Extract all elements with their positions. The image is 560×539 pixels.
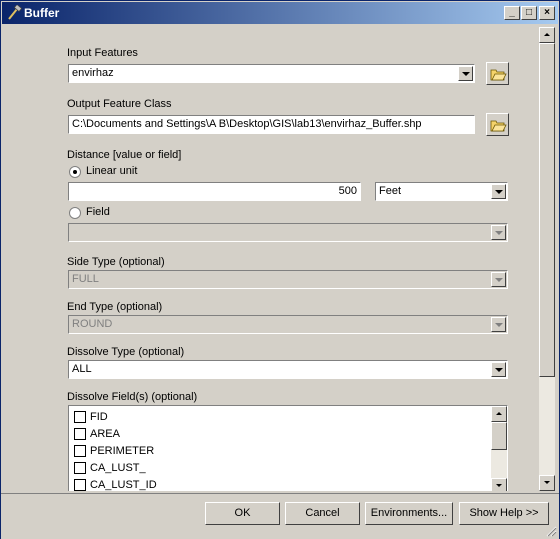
list-item-label: FID [90,411,108,423]
panel-scrollbar[interactable] [539,27,555,491]
linear-unit-label: Linear unit [86,165,138,177]
checkbox[interactable] [74,462,86,474]
list-scrollbar[interactable] [491,406,507,491]
output-feature-class-input[interactable]: C:\Documents and Settings\A B\Desktop\GI… [68,115,475,134]
parameters-panel: Input Features envirhaz Output Feature C… [7,27,538,491]
checkbox[interactable] [74,445,86,457]
title-bar[interactable]: Buffer _ □ × [2,2,558,24]
field-radio-label: Field [86,206,110,218]
dissolve-type-combo[interactable]: ALL [68,360,508,379]
linear-unit-radio[interactable] [69,166,81,178]
chevron-down-icon[interactable] [491,225,506,240]
dissolve-fields-label: Dissolve Field(s) (optional) [67,391,198,403]
field-radio[interactable] [69,207,81,219]
maximize-button[interactable]: □ [521,6,537,20]
distance-field-combo[interactable] [68,223,508,242]
chevron-down-icon[interactable] [491,272,506,287]
hammer-icon [8,5,22,20]
checkbox[interactable] [74,411,86,423]
ok-button[interactable]: OK [205,502,280,525]
open-folder-icon [490,69,507,81]
scroll-thumb[interactable] [491,422,507,450]
scroll-up-arrow-icon[interactable] [539,27,555,43]
input-features-combo[interactable]: envirhaz [68,64,475,83]
window-title: Buffer [24,6,60,20]
distance-label: Distance [value or field] [67,149,182,161]
dissolve-type-value: ALL [72,363,92,375]
list-item-label: CA_LUST_ID [90,479,157,491]
minimize-button[interactable]: _ [504,6,520,20]
output-feature-class-label: Output Feature Class [67,98,172,110]
checkbox[interactable] [74,479,86,491]
resize-grip-icon[interactable] [545,525,557,537]
unit-value: Feet [379,185,402,197]
show-help-button[interactable]: Show Help >> [459,502,549,525]
scroll-down-arrow-icon[interactable] [539,475,555,491]
side-type-value: FULL [72,273,99,285]
chevron-down-icon[interactable] [491,362,506,377]
open-folder-icon [490,120,507,132]
end-type-label: End Type (optional) [67,301,163,313]
open-folder-button[interactable] [486,62,509,85]
list-item-label: PERIMETER [90,445,155,457]
cancel-button[interactable]: Cancel [285,502,360,525]
scroll-thumb[interactable] [539,43,555,377]
side-type-label: Side Type (optional) [67,256,165,268]
side-type-combo[interactable]: FULL [68,270,508,289]
end-type-value: ROUND [72,318,113,330]
checkbox[interactable] [74,428,86,440]
chevron-down-icon[interactable] [458,66,473,81]
close-button[interactable]: × [539,6,555,20]
scroll-up-arrow-icon[interactable] [491,406,507,422]
input-features-value: envirhaz [72,67,114,79]
dissolve-type-label: Dissolve Type (optional) [67,346,185,358]
open-folder-button[interactable] [486,113,509,136]
buffer-dialog: Buffer _ □ × Input Features envirhaz Out… [0,0,560,539]
end-type-combo[interactable]: ROUND [68,315,508,334]
environments-button[interactable]: Environments... [365,502,453,525]
dissolve-fields-list[interactable]: FID AREA PERIMETER CA_LUST_ CA_LUST_ID [68,405,508,491]
scroll-down-arrow-icon[interactable] [491,478,507,491]
linear-unit-value-input[interactable]: 500 [68,182,361,201]
button-bar: OK Cancel Environments... Show Help >> [1,493,559,539]
chevron-down-icon[interactable] [491,317,506,332]
list-item-label: AREA [90,428,120,440]
chevron-down-icon[interactable] [491,184,506,199]
input-features-label: Input Features [67,47,138,59]
unit-combo[interactable]: Feet [375,182,508,201]
list-item-label: CA_LUST_ [90,462,146,474]
